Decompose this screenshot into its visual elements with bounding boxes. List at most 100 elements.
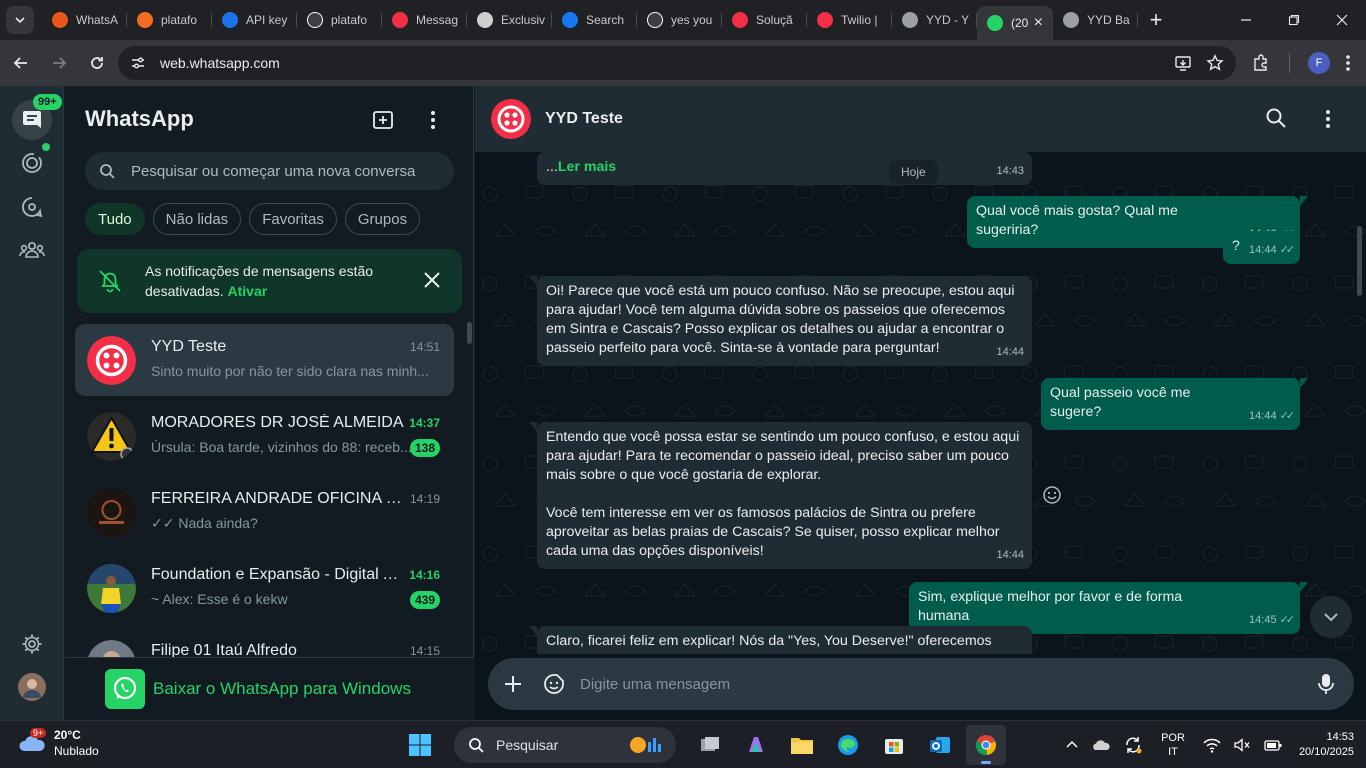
conversation-menu-button[interactable]	[1318, 107, 1338, 131]
read-more-link[interactable]: Ler mais	[558, 159, 616, 175]
bookmark-star-icon[interactable]	[1206, 54, 1224, 72]
chat-info: YYD Teste 14:51 Sinto muito por não ter si…	[151, 336, 454, 385]
outlook-button[interactable]	[920, 725, 960, 765]
store-icon	[885, 739, 903, 754]
browser-tab[interactable]: YYD Ba	[1053, 4, 1138, 36]
install-app-icon[interactable]	[1174, 54, 1192, 72]
outgoing-message[interactable]: ? 14:44 ✓✓	[1223, 231, 1300, 264]
search-messages-button[interactable]	[1265, 107, 1287, 129]
enable-notifications-link[interactable]: Ativar	[228, 283, 268, 299]
forward-button[interactable]	[42, 46, 76, 80]
communities-nav-button[interactable]	[18, 236, 46, 264]
taskbar-search[interactable]: Pesquisar	[454, 727, 676, 763]
windows-logo-icon	[409, 734, 431, 756]
microsoft365-button[interactable]	[736, 725, 776, 765]
address-bar[interactable]: web.whatsapp.com	[118, 46, 1236, 80]
chat-list-scrollbar[interactable]	[467, 322, 472, 344]
browser-tab[interactable]: platafo	[297, 4, 382, 36]
message-meta: 14:44 ✓✓	[1249, 407, 1295, 426]
message-input[interactable]	[580, 675, 1280, 693]
input-language[interactable]: POR IT	[1161, 731, 1185, 759]
close-window-button[interactable]	[1318, 0, 1366, 40]
filter-chip[interactable]: Tudo	[85, 203, 145, 235]
restore-button[interactable]	[1270, 0, 1318, 40]
browser-tab[interactable]: yes you	[637, 4, 722, 36]
message-meta: 14:44 ✓✓	[1249, 241, 1295, 260]
channels-nav-button[interactable]	[18, 193, 46, 221]
chat-list-item[interactable]: Foundation e Expansão - Digital A... 14:1…	[75, 552, 454, 624]
sync-icon[interactable]	[1123, 735, 1143, 755]
conversation-header[interactable]: YYD Teste	[475, 86, 1366, 152]
reload-button[interactable]	[80, 46, 114, 80]
microsoft-store-button[interactable]	[874, 725, 914, 765]
file-explorer-button[interactable]	[782, 725, 822, 765]
download-app-banner[interactable]: Baixar o WhatsApp para Windows	[65, 657, 474, 720]
speaker-muted-icon[interactable]	[1233, 737, 1251, 753]
channels-icon	[22, 197, 43, 218]
conversation-scrollbar[interactable]	[1357, 226, 1362, 296]
browser-tab[interactable]: Search	[552, 4, 637, 36]
new-chat-button[interactable]	[371, 108, 395, 132]
browser-tab[interactable]: Exclusiv	[467, 4, 552, 36]
clock[interactable]: 14:53 20/10/2025	[1299, 730, 1354, 760]
filter-chip[interactable]: Grupos	[344, 203, 421, 235]
search-highlight-icon	[630, 737, 661, 753]
browser-tab[interactable]: WhatsA	[42, 4, 127, 36]
browser-tab[interactable]: Soluçã	[722, 4, 807, 36]
browser-tab[interactable]: platafo	[127, 4, 212, 36]
voice-message-button[interactable]	[1316, 672, 1336, 696]
react-emoji-button[interactable]	[1042, 485, 1062, 505]
weather-widget[interactable]: 9+ 20°C Nublado	[18, 727, 99, 759]
chats-nav-button[interactable]	[18, 106, 46, 134]
back-button[interactable]	[4, 46, 38, 80]
incoming-message[interactable]: Entendo que você possa estar se sentindo…	[529, 422, 1032, 569]
chat-list-item[interactable]: YYD Teste 14:51 Sinto muito por não ter si…	[75, 324, 454, 396]
gear-icon	[22, 634, 42, 654]
browser-tab[interactable]: Messag	[382, 4, 467, 36]
start-button[interactable]	[400, 725, 440, 765]
chat-list-item[interactable]: FERREIRA ANDRADE OFICINA ESP... 14:19 ✓✓ N…	[75, 476, 454, 548]
incoming-message[interactable]: Oi! Parece que você está um pouco confus…	[529, 276, 1032, 366]
message-text: ...	[546, 159, 558, 175]
task-view-button[interactable]	[690, 725, 730, 765]
browser-tab[interactable]: (20 ×	[977, 6, 1053, 40]
contact-name[interactable]: YYD Teste	[545, 110, 623, 128]
wifi-icon[interactable]	[1203, 737, 1221, 753]
browser-tab[interactable]: API key	[212, 4, 297, 36]
status-nav-button[interactable]	[18, 149, 46, 177]
sticker-button[interactable]	[542, 672, 566, 696]
chat-search-box[interactable]	[85, 152, 454, 190]
message-time: 14:44	[1249, 244, 1277, 256]
minimize-button[interactable]	[1222, 0, 1270, 40]
contact-avatar[interactable]	[491, 99, 531, 139]
extensions-icon[interactable]	[1251, 53, 1271, 73]
battery-icon[interactable]	[1263, 737, 1283, 753]
incoming-message[interactable]: ...Ler mais 14:43	[537, 152, 1032, 185]
filter-chip[interactable]: Favoritas	[249, 203, 337, 235]
whatsapp-icon	[987, 15, 1003, 31]
settings-nav-button[interactable]	[18, 630, 46, 658]
chat-avatar	[87, 487, 136, 537]
chat-preview: Úrsula: Boa tarde, vizinhos do 88: receb…	[151, 438, 412, 455]
dismiss-banner-button[interactable]	[422, 270, 442, 290]
browser-tab[interactable]: YYD - Y	[892, 4, 977, 36]
chevron-up-icon[interactable]	[1065, 738, 1079, 752]
profile-nav-button[interactable]	[18, 673, 46, 701]
browser-tab-title: Twilio |	[841, 13, 878, 27]
onedrive-cloud-icon[interactable]	[1091, 737, 1111, 753]
browser-menu-icon[interactable]	[1340, 53, 1356, 73]
chat-list-menu-button[interactable]	[423, 108, 443, 132]
chat-search-input[interactable]	[131, 162, 431, 180]
scroll-to-bottom-button[interactable]	[1310, 596, 1352, 638]
profile-avatar[interactable]: F	[1308, 52, 1330, 74]
chat-list-item[interactable]: MORADORES DR JOSÉ ALMEIDA 14:37 Úrsula: Bo…	[75, 400, 454, 472]
tab-search-button[interactable]	[6, 6, 34, 34]
outgoing-message[interactable]: Qual passeio você me sugere? 14:44 ✓✓	[1041, 378, 1308, 430]
close-tab-icon[interactable]: ×	[1034, 14, 1043, 32]
filter-chip[interactable]: Não lidas	[152, 203, 242, 235]
attach-button[interactable]	[502, 673, 524, 695]
chrome-button[interactable]	[966, 725, 1006, 765]
new-tab-button[interactable]: +	[1142, 6, 1170, 34]
edge-button[interactable]	[828, 725, 868, 765]
browser-tab[interactable]: Twilio |	[807, 4, 892, 36]
